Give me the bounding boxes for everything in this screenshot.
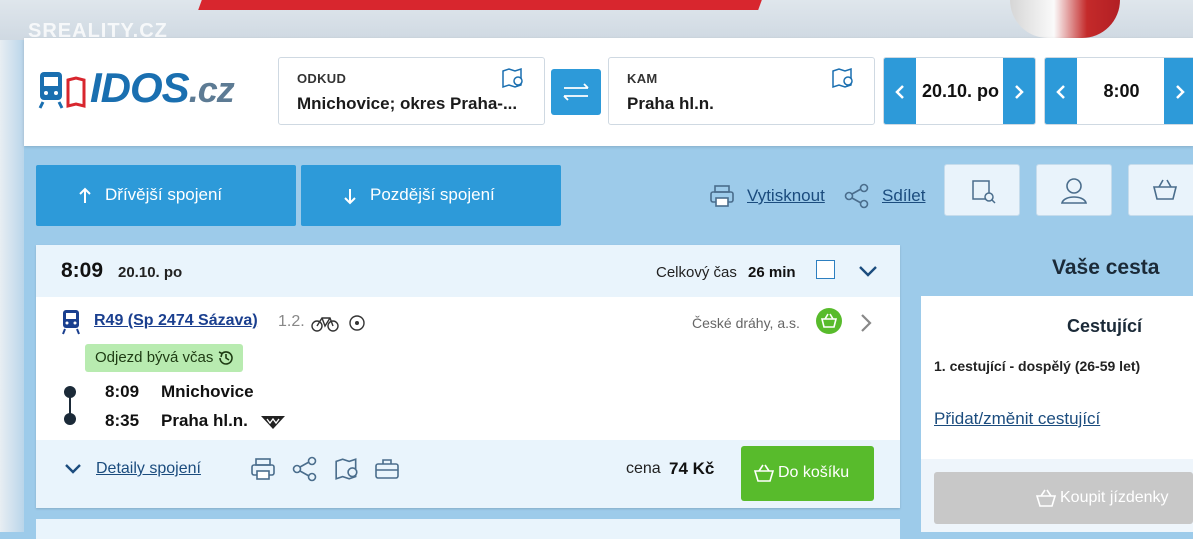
date-value[interactable]: 20.10. po: [916, 81, 1005, 102]
total-time-label: Celkový čas: [656, 264, 737, 281]
earlier-label: Dřívější spojení: [105, 185, 223, 204]
later-connections-button[interactable]: Pozdější spojení: [301, 165, 561, 226]
stop-dot: [64, 386, 76, 398]
prev-time-button[interactable]: [1045, 58, 1077, 124]
prev-date-button[interactable]: [884, 58, 916, 124]
chevron-left-icon: [1056, 85, 1065, 99]
metro-transfer-icon: [261, 416, 285, 429]
operator-name: České dráhy, a.s.: [692, 315, 800, 331]
train-logo-icon: [38, 72, 86, 109]
next-time-button[interactable]: [1164, 58, 1193, 124]
price-label: cena: [626, 460, 661, 477]
passenger-item: 1. cestující - dospělý (26-59 let): [934, 358, 1141, 374]
from-label: ODKUD: [297, 71, 347, 86]
chevron-right-icon: [1176, 85, 1185, 99]
earlier-connections-button[interactable]: Dřívější spojení: [36, 165, 296, 226]
trip-summary-title: Vaše cesta: [1052, 256, 1160, 279]
swap-arrows-icon: [563, 83, 589, 101]
swap-button[interactable]: [551, 69, 601, 115]
price-value: 74 Kč: [669, 459, 715, 478]
stop-name: Praha hl.n.: [161, 411, 248, 430]
connection-card: 8:09 20.10. po Celkový čas 26 min R49 (S…: [36, 245, 900, 508]
train-icon: [62, 310, 80, 335]
briefcase-icon[interactable]: [374, 457, 400, 481]
chevron-down-icon[interactable]: [857, 264, 879, 278]
total-time-value: 26 min: [748, 264, 796, 281]
basket-available-icon: [816, 308, 842, 334]
share-link[interactable]: Sdílet: [882, 186, 925, 206]
punctuality-badge: Odjezd bývá včas: [85, 344, 244, 372]
date-stepper[interactable]: 20.10. po: [883, 57, 1036, 125]
arrow-down-icon: [344, 189, 356, 205]
cart-button[interactable]: [1128, 164, 1193, 216]
printer-icon[interactable]: [250, 457, 276, 481]
timetable-search-button[interactable]: [944, 164, 1020, 216]
to-field[interactable]: KAM Praha hl.n.: [608, 57, 875, 125]
logo-main: IDOS: [90, 64, 190, 111]
time-value[interactable]: 8:00: [1077, 81, 1166, 102]
later-label: Pozdější spojení: [370, 185, 495, 204]
buy-tickets-button[interactable]: Koupit jízdenky: [934, 472, 1193, 524]
stop-time: 8:35: [105, 411, 140, 430]
from-field[interactable]: ODKUD Mnichovice; okres Praha-...: [278, 57, 545, 125]
add-to-cart-label: Do košíku: [778, 464, 850, 481]
map-pin-icon[interactable]: [831, 66, 855, 90]
details-link[interactable]: Detaily spojení: [96, 460, 201, 478]
passengers-heading: Cestující: [1067, 316, 1143, 336]
add-to-cart-button[interactable]: Do košíku: [741, 446, 874, 501]
departure-time: 8:09: [61, 259, 104, 282]
connection-header[interactable]: 8:09 20.10. po Celkový čas 26 min: [36, 245, 900, 297]
search-header: IDOS.cz ODKUD Mnichovice; okres Praha-..…: [24, 38, 1193, 146]
next-date-button[interactable]: [1003, 58, 1035, 124]
from-value[interactable]: Mnichovice; okres Praha-...: [297, 94, 533, 114]
logo-text: IDOS.cz: [90, 64, 235, 112]
badge-label: Odjezd bývá včas: [95, 349, 214, 366]
basket-icon: [1035, 489, 1057, 507]
time-stepper[interactable]: 8:00: [1044, 57, 1193, 125]
banner-red-stripe: [198, 0, 762, 10]
to-value[interactable]: Praha hl.n.: [627, 94, 714, 114]
stop-time: 8:09: [105, 382, 140, 401]
printer-icon[interactable]: [709, 184, 735, 208]
next-connection-card[interactable]: [36, 519, 900, 539]
logo-suffix: .cz: [188, 69, 235, 110]
select-checkbox[interactable]: [816, 260, 835, 279]
chevron-down-icon[interactable]: [63, 462, 83, 476]
chevron-right-icon[interactable]: [859, 313, 873, 333]
stop-name: Mnichovice: [161, 382, 254, 401]
info-circle-icon: [349, 315, 365, 331]
map-pin-icon[interactable]: [501, 66, 525, 90]
chevron-right-icon: [1015, 85, 1024, 99]
map-icon[interactable]: [334, 456, 360, 482]
user-account-button[interactable]: [1036, 164, 1112, 216]
passengers-panel: Cestující 1. cestující - dospělý (26-59 …: [921, 296, 1193, 459]
train-class: 1.2.: [278, 313, 305, 330]
buy-tickets-label: Koupit jízdenky: [1060, 489, 1169, 506]
connection-date: 20.10. po: [118, 264, 183, 281]
timetable-search-icon: [972, 180, 996, 204]
stop-dot: [64, 413, 76, 425]
to-label: KAM: [627, 71, 658, 86]
basket-icon: [1152, 179, 1178, 200]
arrow-up-icon: [79, 187, 91, 203]
share-icon[interactable]: [844, 183, 870, 209]
user-icon: [1060, 178, 1088, 204]
chevron-left-icon: [895, 85, 904, 99]
idos-logo[interactable]: IDOS.cz: [38, 62, 270, 112]
left-background-strip: [0, 40, 24, 532]
change-passengers-link[interactable]: Přidat/změnit cestující: [934, 409, 1100, 429]
print-link[interactable]: Vytisknout: [747, 186, 825, 206]
bicycle-icon: [311, 317, 339, 332]
train-link[interactable]: R49 (Sp 2474 Sázava): [94, 312, 258, 330]
history-clock-icon: [219, 351, 234, 365]
share-icon[interactable]: [292, 456, 318, 482]
basket-icon: [753, 464, 775, 482]
